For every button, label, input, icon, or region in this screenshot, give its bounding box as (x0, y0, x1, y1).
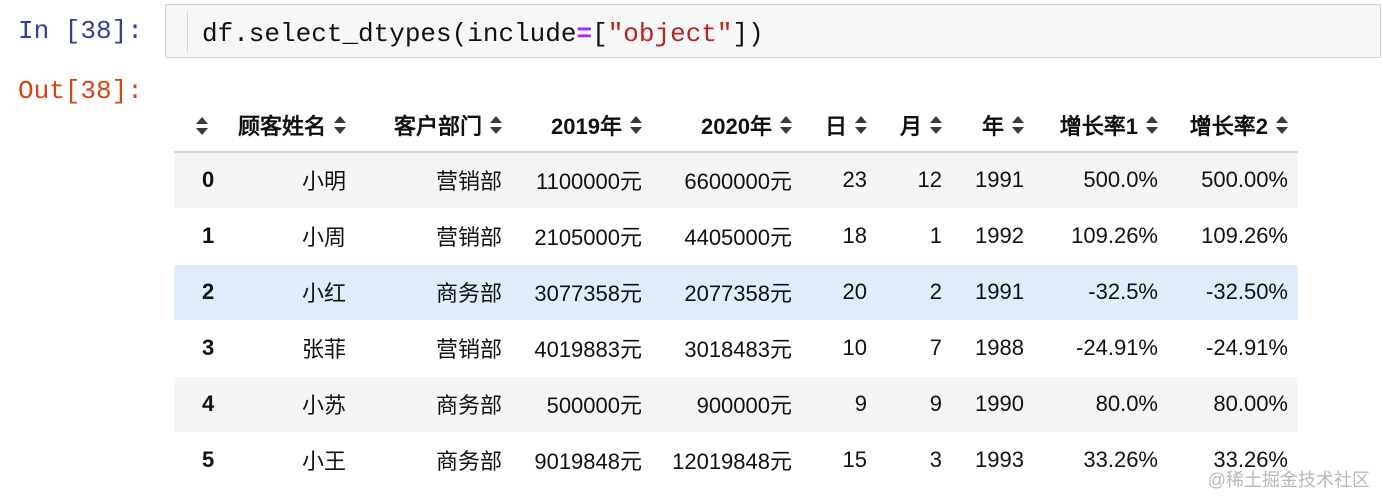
table-cell: 商务部 (356, 376, 512, 432)
table-cell: -24.91% (1168, 320, 1298, 376)
table-cell: 小红 (224, 264, 356, 320)
table-row: 1 小周 营销部 2105000元 4405000元 18 1 1992 109.26% 109.… (174, 208, 1298, 264)
table-cell: 20 (802, 264, 877, 320)
table-cell: 小苏 (224, 376, 356, 432)
row-index: 5 (174, 432, 224, 488)
table-cell: 2 (877, 264, 952, 320)
table-cell: 1991 (952, 264, 1034, 320)
table-header-row: 顾客姓名 客户部门 2019年 2020年 日 月 年 增长率1 增长率2 (174, 98, 1298, 153)
column-header[interactable]: 2020年 (652, 98, 802, 153)
table-row: 0 小明 营销部 1100000元 6600000元 23 12 1991 500.0% 500.… (174, 152, 1298, 208)
table-cell: 营销部 (356, 320, 512, 376)
table-cell: 小王 (224, 432, 356, 488)
table-cell: 4019883元 (512, 320, 652, 376)
table-cell: 1993 (952, 432, 1034, 488)
row-index: 0 (174, 152, 224, 208)
table-cell: 1 (877, 208, 952, 264)
table-cell: 商务部 (356, 432, 512, 488)
table-cell: 12019848元 (652, 432, 802, 488)
table-cell: 小明 (224, 152, 356, 208)
row-index: 1 (174, 208, 224, 264)
table-row: 2 小红 商务部 3077358元 2077358元 20 2 1991 -32.5% -32.5… (174, 264, 1298, 320)
sort-arrows-icon[interactable] (630, 115, 642, 134)
sort-arrows-icon[interactable] (780, 115, 792, 134)
table-row: 5 小王 商务部 9019848元 12019848元 15 3 1993 33.26% 33.2… (174, 432, 1298, 488)
code-text-bracket: [ (592, 19, 608, 49)
column-header[interactable]: 顾客姓名 (224, 98, 356, 153)
code-line[interactable]: df.select_dtypes(include=["object"]) (202, 19, 764, 49)
sort-arrows-icon[interactable] (1146, 115, 1158, 134)
column-header[interactable]: 月 (877, 98, 952, 153)
table-row: 3 张菲 营销部 4019883元 3018483元 10 7 1988 -24.91% -24.… (174, 320, 1298, 376)
input-prompt: In [38]: (18, 16, 143, 46)
sort-arrows-icon[interactable] (1276, 115, 1288, 134)
column-header[interactable]: 2019年 (512, 98, 652, 153)
table-cell: 7 (877, 320, 952, 376)
table-cell: 6600000元 (652, 152, 802, 208)
table-cell: 商务部 (356, 264, 512, 320)
sort-arrows-icon[interactable] (930, 115, 942, 134)
code-string-literal: "object" (607, 19, 733, 49)
table-cell: 80.00% (1168, 376, 1298, 432)
row-index: 3 (174, 320, 224, 376)
code-text-close: ]) (732, 19, 764, 49)
index-column-header[interactable] (174, 98, 224, 153)
watermark: @稀土掘金技术社区 (1207, 470, 1370, 490)
sort-arrows-icon[interactable] (855, 115, 867, 134)
code-text-call: df.select_dtypes(include (202, 19, 577, 49)
table-cell: 500000元 (512, 376, 652, 432)
table-cell: 3018483元 (652, 320, 802, 376)
table-cell: 500.0% (1034, 152, 1168, 208)
column-header[interactable]: 年 (952, 98, 1034, 153)
table-cell: 900000元 (652, 376, 802, 432)
table-cell: 18 (802, 208, 877, 264)
column-header[interactable]: 日 (802, 98, 877, 153)
table-cell: 15 (802, 432, 877, 488)
row-index: 4 (174, 376, 224, 432)
table-cell: 营销部 (356, 152, 512, 208)
sort-arrows-icon[interactable] (1012, 115, 1024, 134)
code-input-cell[interactable]: df.select_dtypes(include=["object"]) (165, 4, 1381, 58)
table-cell: 营销部 (356, 208, 512, 264)
table-row: 4 小苏 商务部 500000元 900000元 9 9 1990 80.0% 80.00% (174, 376, 1298, 432)
table-cell: 109.26% (1034, 208, 1168, 264)
table-cell: 9 (877, 376, 952, 432)
sort-arrows-icon[interactable] (334, 115, 346, 134)
table-cell: 1990 (952, 376, 1034, 432)
table-cell: -32.5% (1034, 264, 1168, 320)
table-cell: 张菲 (224, 320, 356, 376)
table-cell: 500.00% (1168, 152, 1298, 208)
table-cell: 33.26% (1034, 432, 1168, 488)
table-cell: 12 (877, 152, 952, 208)
table-cell: 80.0% (1034, 376, 1168, 432)
table-cell: 1100000元 (512, 152, 652, 208)
table-cell: 小周 (224, 208, 356, 264)
column-header[interactable]: 增长率2 (1168, 98, 1298, 153)
table-cell: -32.50% (1168, 264, 1298, 320)
sort-arrows-icon[interactable] (490, 115, 502, 134)
output-prompt: Out[38]: (18, 76, 143, 106)
table-cell: 1988 (952, 320, 1034, 376)
table-cell: 2105000元 (512, 208, 652, 264)
table-cell: 9 (802, 376, 877, 432)
table-cell: 4405000元 (652, 208, 802, 264)
table-cell: 3077358元 (512, 264, 652, 320)
dataframe-table: 顾客姓名 客户部门 2019年 2020年 日 月 年 增长率1 增长率2 0小… (174, 98, 1298, 489)
code-operator: = (576, 19, 593, 49)
table-cell: 2077358元 (652, 264, 802, 320)
cell-gutter-divider (187, 11, 188, 53)
column-header[interactable]: 增长率1 (1034, 98, 1168, 153)
column-header[interactable]: 客户部门 (356, 98, 512, 153)
sort-arrows-icon[interactable] (196, 116, 208, 135)
table-cell: 10 (802, 320, 877, 376)
table-cell: 1991 (952, 152, 1034, 208)
row-index: 2 (174, 264, 224, 320)
table-cell: 3 (877, 432, 952, 488)
table-cell: 109.26% (1168, 208, 1298, 264)
table-cell: 9019848元 (512, 432, 652, 488)
table-cell: 23 (802, 152, 877, 208)
table-cell: 1992 (952, 208, 1034, 264)
table-cell: -24.91% (1034, 320, 1168, 376)
